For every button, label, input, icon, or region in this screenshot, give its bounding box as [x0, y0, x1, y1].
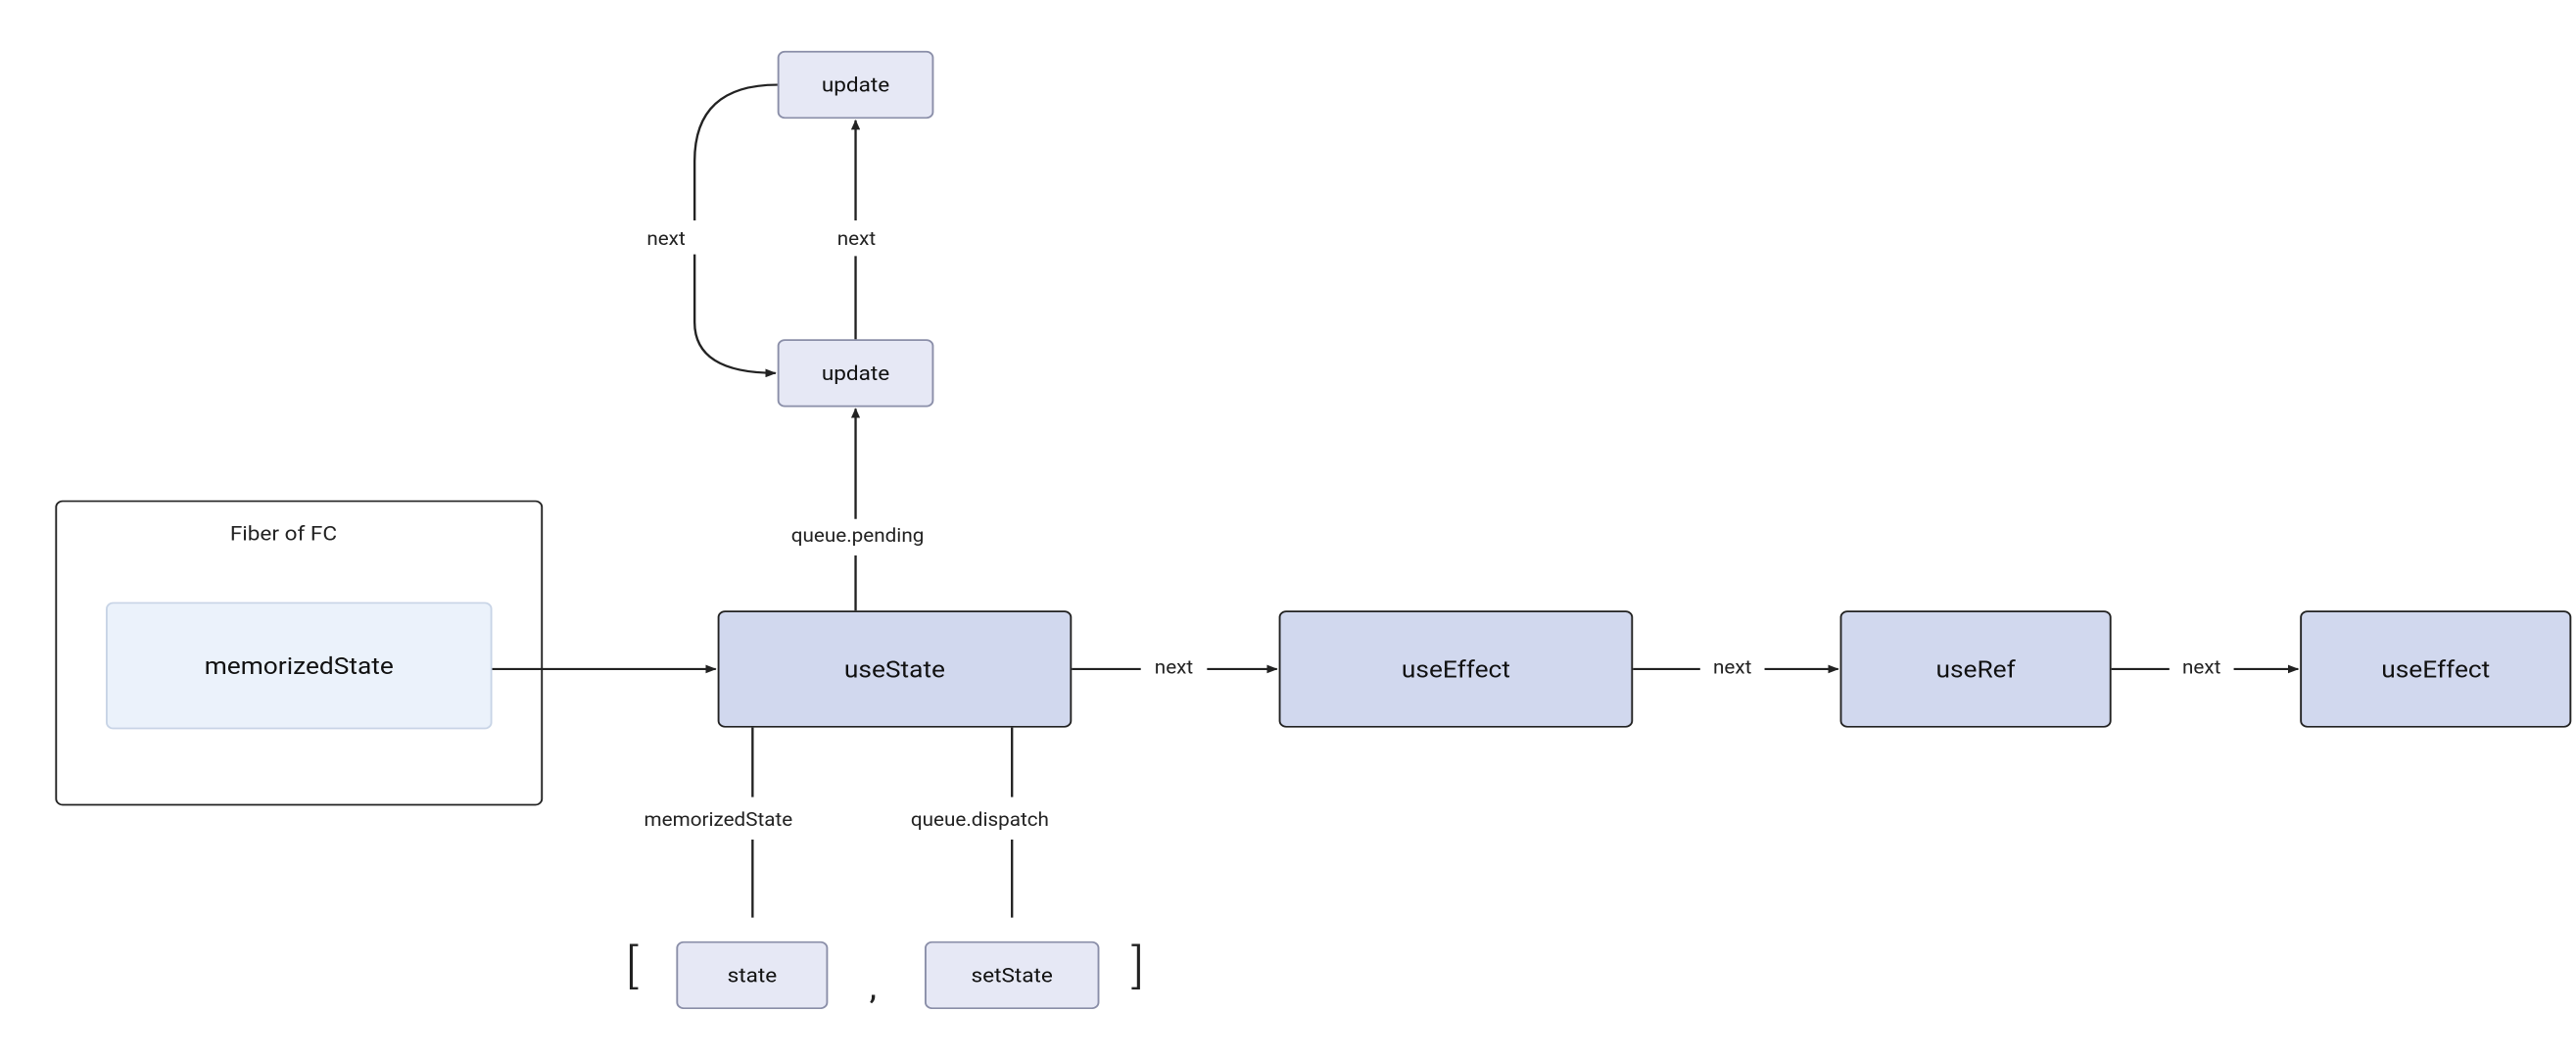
node-update-mid-label: update	[822, 361, 889, 385]
node-use-state: useState	[718, 610, 1073, 727]
edge-label-next-top-to-mid: next	[646, 229, 685, 251]
node-use-effect-1: useEffect	[1279, 610, 1634, 727]
node-update-top-label: update	[822, 72, 889, 96]
node-update-top: update	[778, 51, 934, 119]
edge-label-next-mid-to-top: next	[837, 229, 876, 251]
edge-label-next-1: next	[1155, 657, 1193, 679]
node-use-effect-2-label: useEffect	[2381, 655, 2490, 684]
node-set-state: setState	[925, 941, 1099, 1009]
bracket-comma: ,	[870, 967, 877, 1007]
node-memorized-state-label: memorizedState	[205, 651, 394, 680]
node-memorized-state: memorizedState	[106, 602, 493, 730]
group-fiber-of-fc-label: Fiber of FC	[230, 521, 337, 545]
node-use-ref: useRef	[1840, 610, 2112, 727]
node-use-effect-1-label: useEffect	[1402, 655, 1510, 684]
node-update-mid: update	[778, 339, 934, 407]
node-use-state-label: useState	[844, 655, 945, 684]
bracket-right: ]	[1131, 938, 1144, 993]
diagram-canvas: Fiber of FC memorizedState useState useE…	[0, 0, 2419, 918]
edge-label-queue-pending: queue.pending	[791, 526, 925, 548]
bracket-left: [	[626, 938, 639, 993]
node-set-state-label: setState	[972, 963, 1053, 987]
node-state: state	[676, 941, 828, 1009]
node-use-effect-2: useEffect	[2300, 610, 2571, 727]
node-use-ref-label: useRef	[1935, 655, 2015, 684]
edge-label-next-2: next	[1713, 657, 1751, 679]
node-state-label: state	[728, 963, 778, 987]
edge-label-next-3: next	[2182, 657, 2220, 679]
edge-label-memorized-state: memorizedState	[644, 810, 793, 832]
edge-label-queue-dispatch: queue.dispatch	[911, 810, 1049, 832]
